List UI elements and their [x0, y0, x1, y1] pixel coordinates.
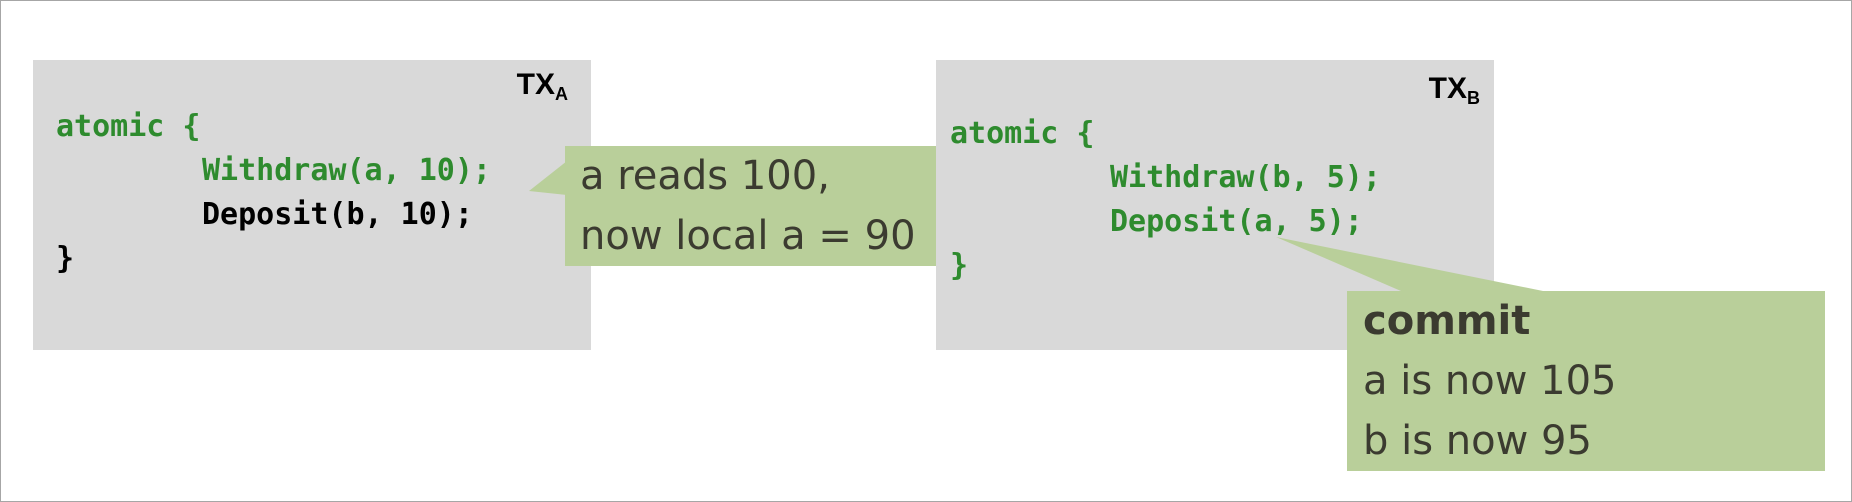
callout-b-line-1: a is now 105 — [1363, 358, 1617, 404]
callout-a-line-2: now local a = 90 — [580, 213, 916, 259]
slide: TXA atomic { Withdraw(a, 10); Deposit(b,… — [0, 0, 1852, 502]
tx-b-code-line-withdraw: Withdraw(b, 5); — [1110, 160, 1381, 195]
tx-a-label-main: TX — [516, 68, 555, 101]
tx-b-code-line-atomic: atomic { — [950, 116, 1095, 151]
callout-b-line-2: b is now 95 — [1363, 418, 1592, 464]
callout-b: commit a is now 105 b is now 95 — [1347, 291, 1825, 471]
tx-a-label-sub: A — [555, 84, 568, 104]
tx-b-label: TXB — [1428, 72, 1480, 108]
tx-b-code-line-deposit: Deposit(a, 5); — [1110, 204, 1363, 239]
tx-a-label: TXA — [516, 68, 568, 104]
callout-b-title: commit — [1363, 298, 1531, 344]
tx-b-label-sub: B — [1467, 88, 1480, 108]
callout-a-line-1: a reads 100, — [580, 153, 830, 199]
tx-a-code-line-deposit: Deposit(b, 10); — [202, 197, 473, 232]
tx-a-code-line-atomic: atomic { — [56, 109, 201, 144]
tx-b-code-line-close: } — [950, 248, 969, 283]
tx-b-label-main: TX — [1428, 72, 1467, 105]
callout-a: a reads 100, now local a = 90 — [565, 146, 936, 266]
tx-a-code-line-withdraw: Withdraw(a, 10); — [202, 153, 491, 188]
transaction-a-panel: TXA atomic { Withdraw(a, 10); Deposit(b,… — [33, 60, 591, 350]
tx-a-code-line-close: } — [56, 241, 75, 276]
